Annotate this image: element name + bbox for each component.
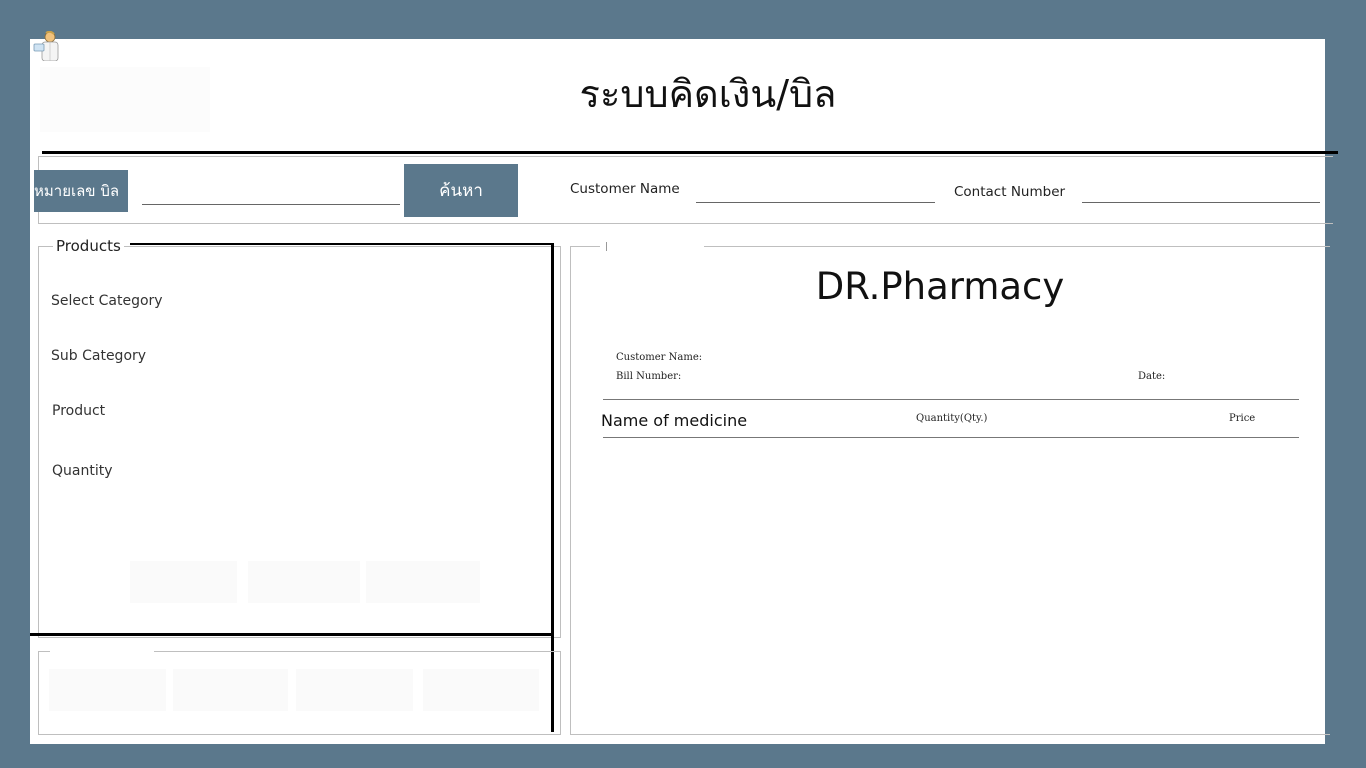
search-button[interactable]: ค้นหา bbox=[404, 164, 518, 217]
clear-button[interactable] bbox=[296, 669, 413, 711]
column-quantity: Quantity(Qty.) bbox=[916, 413, 988, 424]
remove-item-button[interactable] bbox=[366, 561, 480, 603]
bill-columns-rule bbox=[603, 437, 1299, 438]
select-category-label: Select Category bbox=[51, 293, 163, 309]
bill-preview-panel bbox=[570, 246, 1330, 735]
bill-customer-name-label: Customer Name: bbox=[616, 352, 703, 363]
products-top-border bbox=[130, 243, 553, 245]
pharmacy-name: DR.Pharmacy bbox=[815, 265, 1065, 308]
bill-header-rule bbox=[603, 399, 1299, 400]
column-price: Price bbox=[1229, 413, 1256, 424]
billing-window: ระบบคิดเงิน/บิล หมายเลข บิล ค้นหา Custom… bbox=[30, 30, 1338, 744]
contact-number-input[interactable] bbox=[1082, 181, 1320, 203]
bill-legend-tick bbox=[606, 242, 607, 251]
quantity-label: Quantity bbox=[52, 463, 113, 479]
product-label: Product bbox=[52, 403, 106, 419]
total-button[interactable] bbox=[49, 669, 166, 711]
bill-number-input[interactable] bbox=[142, 185, 400, 205]
title-divider bbox=[42, 151, 1338, 154]
pharmacist-icon bbox=[32, 30, 60, 62]
contact-number-label: Contact Number bbox=[954, 184, 1066, 200]
bill-date-label: Date: bbox=[1138, 371, 1166, 382]
customer-name-label: Customer Name bbox=[570, 181, 680, 197]
clear-products-button[interactable] bbox=[248, 561, 360, 603]
actions-legend-gap bbox=[50, 644, 154, 658]
bill-number-label-preview: Bill Number: bbox=[616, 371, 682, 382]
products-legend: Products bbox=[53, 237, 124, 255]
column-medicine: Name of medicine bbox=[601, 411, 748, 430]
exit-button[interactable] bbox=[423, 669, 539, 711]
generate-bill-button[interactable] bbox=[173, 669, 288, 711]
customer-name-input[interactable] bbox=[696, 181, 935, 203]
products-bottom-border bbox=[30, 633, 553, 636]
sub-category-label: Sub Category bbox=[51, 348, 147, 364]
add-to-cart-button[interactable] bbox=[130, 561, 237, 603]
bill-number-label: หมายเลข บิล bbox=[34, 170, 128, 212]
bill-legend-gap bbox=[600, 239, 704, 253]
page-title: ระบบคิดเงิน/บิล bbox=[579, 72, 837, 116]
